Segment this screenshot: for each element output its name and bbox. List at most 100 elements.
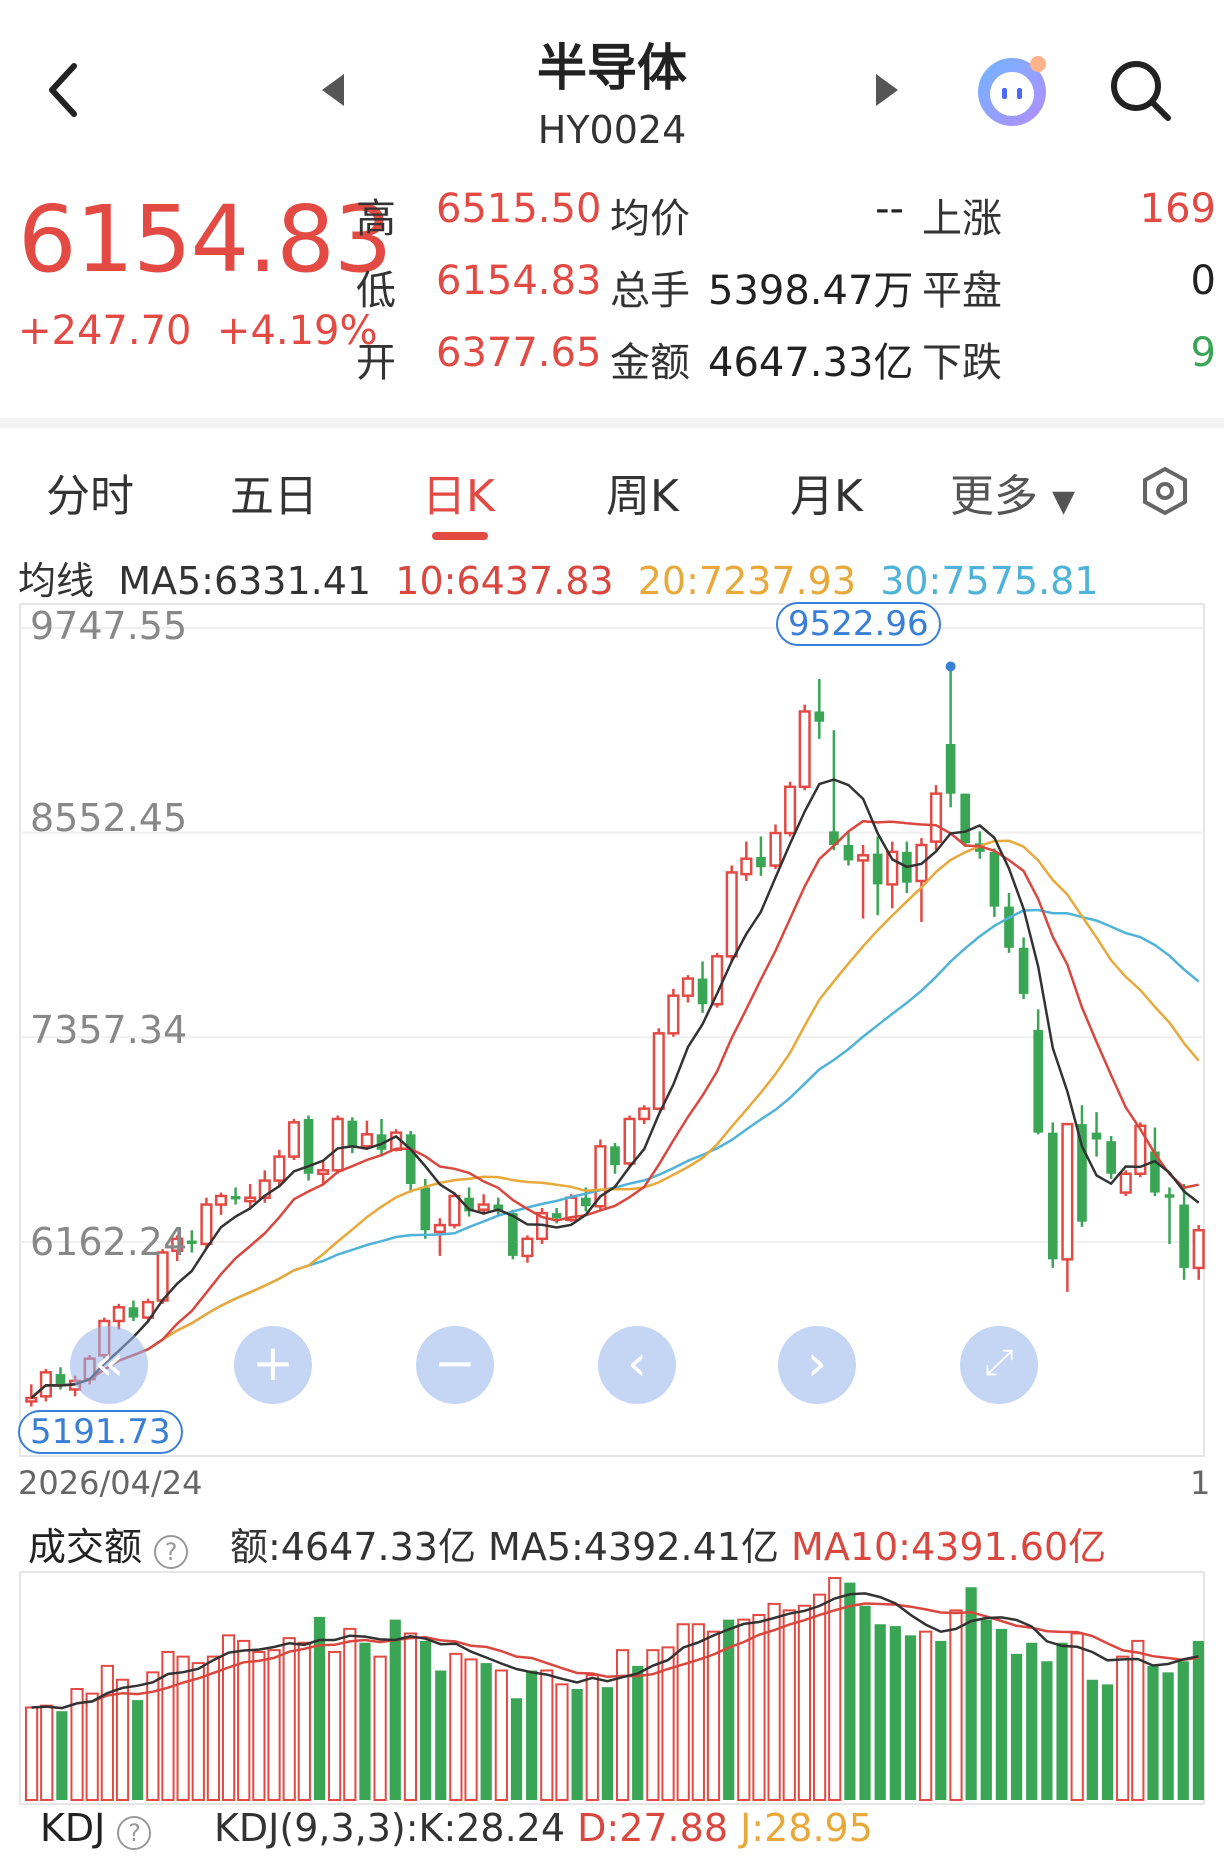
- volume-bar: [221, 1634, 236, 1801]
- tab-five-day[interactable]: 五日: [230, 460, 318, 524]
- flat-count: 0: [1190, 258, 1216, 304]
- volume-bar: [115, 1678, 130, 1801]
- volume-bar: [389, 1619, 401, 1800]
- candle-body: [1004, 906, 1014, 948]
- right-icon[interactable]: ›: [778, 1326, 856, 1404]
- volume-bar: [480, 1663, 492, 1800]
- kdj-legend: KDJ(9,3,3):K:28.24 D:27.88 J:28.95: [214, 1806, 873, 1850]
- candle-body: [1179, 1204, 1189, 1268]
- candle-body: [1047, 1132, 1058, 1260]
- volume-bar: [1070, 1632, 1084, 1801]
- candle-body: [814, 711, 825, 722]
- candle-body: [945, 744, 956, 794]
- volume-bar: [632, 1665, 644, 1800]
- fullscreen-icon[interactable]: ⤢: [960, 1326, 1038, 1404]
- candle-body: [857, 854, 870, 862]
- candle-body: [652, 1032, 665, 1110]
- tab-weekly-k[interactable]: 周K: [606, 460, 679, 524]
- up-label: 上涨: [922, 196, 1002, 242]
- candle-body: [960, 793, 971, 844]
- candle-body: [186, 1240, 197, 1244]
- volume-bar: [615, 1649, 630, 1802]
- volume-bar: [100, 1664, 114, 1801]
- candle-body: [317, 1169, 330, 1175]
- volume-bar: [464, 1658, 478, 1802]
- candle-body: [448, 1194, 461, 1227]
- candle-body: [128, 1307, 139, 1318]
- kdj-help-icon[interactable]: ?: [117, 1816, 152, 1850]
- volume-bar: [176, 1655, 190, 1801]
- y-axis-tick-2: 8552.45: [30, 796, 188, 840]
- candle-body: [112, 1306, 125, 1323]
- rewind-icon[interactable]: «: [70, 1326, 148, 1404]
- settings-hexagon-icon[interactable]: [1140, 466, 1190, 516]
- volume-bar: [403, 1632, 418, 1801]
- volume-bar: [24, 1706, 39, 1801]
- candle-body: [798, 710, 811, 789]
- volume-bar: [1010, 1653, 1023, 1800]
- candle-body: [420, 1187, 431, 1231]
- candle-body: [1106, 1141, 1116, 1174]
- candle-body: [740, 857, 753, 876]
- search-icon[interactable]: [1108, 58, 1174, 124]
- volume-chart[interactable]: [0, 1570, 1224, 1806]
- volume-bar: [343, 1627, 357, 1801]
- candle-body: [886, 850, 899, 886]
- candle-body: [638, 1107, 651, 1121]
- candle-body: [989, 851, 1000, 907]
- next-triangle-icon[interactable]: [876, 74, 898, 106]
- active-tab-underline: [432, 532, 488, 540]
- volume-bar: [571, 1689, 583, 1800]
- tab-daily-k[interactable]: 日K: [422, 460, 495, 524]
- candle-body: [25, 1396, 38, 1403]
- volume-bar: [844, 1582, 856, 1800]
- volume-bar: [1101, 1684, 1114, 1800]
- zoom-in-icon[interactable]: +: [234, 1326, 312, 1404]
- volume-bar: [1086, 1679, 1098, 1800]
- volume-bar: [1026, 1642, 1038, 1800]
- volume-bar: [919, 1630, 933, 1802]
- avg-value: --: [875, 186, 904, 232]
- volume-help-icon[interactable]: ?: [154, 1535, 189, 1569]
- candle-body: [347, 1120, 358, 1147]
- dropdown-caret-icon: ▼: [1052, 484, 1076, 519]
- price-change: +247.70 +4.19%: [18, 308, 378, 354]
- candle-body: [1018, 947, 1029, 994]
- candle-body: [230, 1195, 241, 1200]
- open-label: 开: [356, 340, 396, 386]
- assistant-bot-icon[interactable]: [972, 50, 1054, 130]
- candle-body: [1192, 1228, 1205, 1270]
- candle-body: [1033, 1029, 1044, 1133]
- volume-bar: [1056, 1642, 1068, 1800]
- volume-bar: [373, 1655, 387, 1801]
- volume-bar: [797, 1604, 812, 1801]
- candle-body: [405, 1134, 416, 1185]
- y-axis-tick-max: 9747.55: [30, 604, 188, 648]
- volume-bar: [85, 1692, 99, 1801]
- volume-bar: [949, 1609, 963, 1801]
- volume-bar: [1162, 1672, 1174, 1800]
- zoom-out-icon[interactable]: −: [416, 1326, 494, 1404]
- open-value: 6377.65: [436, 330, 602, 376]
- volume-bar: [132, 1700, 144, 1800]
- tab-intraday[interactable]: 分时: [46, 460, 134, 524]
- low-marker-label: 5191.73: [18, 1410, 183, 1454]
- up-count: 169: [1139, 186, 1216, 232]
- candle-body: [872, 853, 883, 885]
- volume-bar: [585, 1674, 599, 1801]
- volume-bar: [40, 1704, 54, 1801]
- tab-more[interactable]: 更多 ▼: [950, 460, 1075, 524]
- candle-body: [756, 857, 766, 868]
- tab-monthly-k[interactable]: 月K: [790, 460, 863, 524]
- low-label: 低: [356, 268, 396, 314]
- left-icon[interactable]: ‹: [598, 1326, 676, 1404]
- ma20-line: [30, 839, 1200, 1399]
- last-price: 6154.83: [18, 186, 392, 293]
- high-value: 6515.50: [436, 186, 602, 232]
- candle-body: [580, 1197, 591, 1207]
- high-label: 高: [356, 196, 396, 242]
- down-count: 9: [1190, 330, 1216, 376]
- volume-bar: [1116, 1655, 1130, 1801]
- volume-bar: [191, 1662, 205, 1801]
- candle-body: [433, 1223, 446, 1234]
